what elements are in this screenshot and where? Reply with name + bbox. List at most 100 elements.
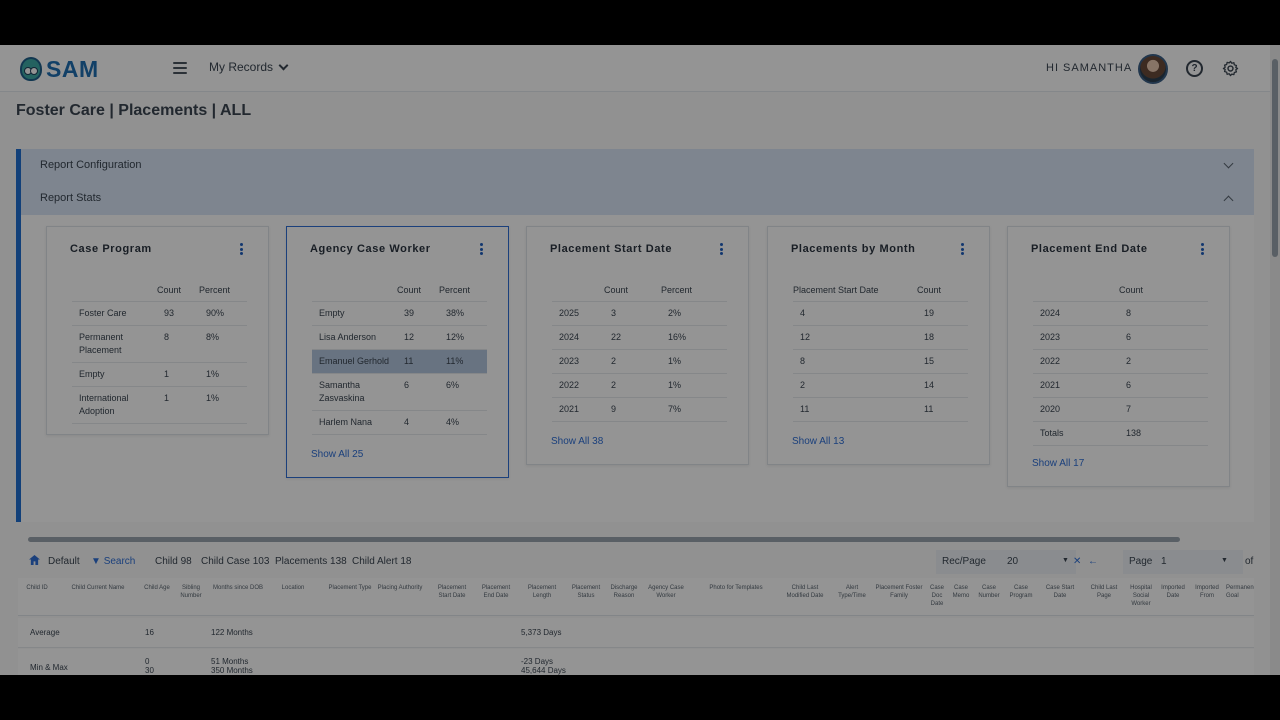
default-view-button[interactable]: Default [48, 556, 80, 567]
column-header[interactable]: Child ID [22, 584, 52, 592]
first-page-icon[interactable]: ✕ [1073, 556, 1081, 567]
column-header[interactable]: Placement Type [328, 584, 372, 592]
table-row[interactable]: Foster Care 93 90% [72, 301, 247, 326]
row-percent: 4% [439, 410, 487, 435]
table-row[interactable]: 2023 6 [1033, 325, 1208, 350]
row-label: 8 [793, 349, 917, 374]
table-row[interactable]: 2024 22 16% [552, 325, 727, 350]
child-count[interactable]: Child 98 [155, 556, 192, 567]
page-select[interactable]: Page 1 ▼ [1123, 550, 1243, 574]
top-bar: SAM My Records HI SAMANTHA ? [0, 45, 1270, 92]
scrollbar-thumb[interactable] [1272, 59, 1278, 257]
my-records-dropdown[interactable]: My Records [209, 60, 289, 74]
table-row[interactable]: 8 15 [793, 349, 968, 374]
kebab-menu-icon[interactable] [720, 243, 724, 255]
show-all-link[interactable]: Show All 17 [1032, 458, 1084, 469]
column-header[interactable]: Placement End Date [476, 584, 516, 600]
column-header[interactable]: Discharge Reason [606, 584, 642, 600]
table-row[interactable]: 11 11 [793, 397, 968, 422]
table-row[interactable]: Empty 1 1% [72, 362, 247, 387]
kebab-menu-icon[interactable] [961, 243, 965, 255]
table-row[interactable]: 2024 8 [1033, 301, 1208, 326]
table-row[interactable]: Permanent Placement 8 8% [72, 325, 247, 363]
table-row-highlighted[interactable]: Emanuel Gerhold 11 11% [312, 349, 487, 374]
table-row[interactable]: 2021 6 [1033, 373, 1208, 398]
table-row[interactable]: 2022 2 1% [552, 373, 727, 398]
show-all-link[interactable]: Show All 25 [311, 449, 363, 460]
search-filter-button[interactable]: ▼ Search [91, 556, 135, 567]
of-label: of [1245, 556, 1254, 567]
column-header: Count [397, 283, 439, 302]
column-header[interactable]: Placing Authority [376, 584, 424, 592]
sam-logo[interactable]: SAM [20, 55, 99, 83]
column-header[interactable]: Imported Date [1158, 584, 1188, 600]
user-avatar[interactable] [1138, 54, 1168, 84]
help-icon[interactable]: ? [1186, 60, 1203, 77]
column-header[interactable]: Imported From [1190, 584, 1224, 600]
row-label: Totals [1033, 421, 1119, 446]
column-header[interactable]: Case Number [974, 584, 1004, 600]
horizontal-scrollbar[interactable] [18, 535, 1254, 543]
column-header[interactable]: Location [268, 584, 318, 592]
column-header[interactable]: Alert Type/Time [832, 584, 872, 600]
home-icon[interactable] [29, 555, 40, 565]
table-row[interactable]: 2022 2 [1033, 349, 1208, 374]
records-per-page-select[interactable]: Rec/Page 20 ▼ [936, 550, 1076, 574]
row-percent: 6% [439, 373, 487, 411]
column-header[interactable]: Case Start Date [1040, 584, 1080, 600]
table-row[interactable]: 2021 9 7% [552, 397, 727, 422]
column-header[interactable]: Placement Status [570, 584, 602, 600]
row-count: 2 [604, 349, 661, 374]
row-count: 1 [157, 386, 199, 424]
column-header[interactable]: Child Age [140, 584, 174, 592]
column-header[interactable]: Case Memo [950, 584, 972, 600]
row-label: 2023 [1033, 325, 1119, 350]
table-row[interactable]: Lisa Anderson 12 12% [312, 325, 487, 350]
column-header[interactable]: Placement Length [522, 584, 562, 600]
report-configuration-accordion[interactable]: Report Configuration [21, 149, 1254, 182]
table-row[interactable]: 2023 2 1% [552, 349, 727, 374]
show-all-link[interactable]: Show All 38 [551, 436, 603, 447]
table-row[interactable]: Empty 39 38% [312, 301, 487, 326]
column-header[interactable]: Sibling Number [176, 584, 206, 600]
column-header[interactable]: Child Last Modified Date [780, 584, 830, 600]
kebab-menu-icon[interactable] [240, 243, 244, 255]
table-row[interactable]: Harlem Nana 4 4% [312, 410, 487, 435]
column-header[interactable]: Child Last Page [1084, 584, 1124, 600]
previous-page-icon[interactable]: ← [1088, 556, 1098, 567]
row-percent: 1% [661, 349, 727, 374]
column-header[interactable]: Child Current Name [58, 584, 138, 592]
column-header[interactable]: Case Program [1006, 584, 1036, 600]
placements-count[interactable]: Placements 138 [275, 556, 347, 567]
kebab-menu-icon[interactable] [480, 243, 484, 255]
table-row[interactable]: 2025 3 2% [552, 301, 727, 326]
row-count: 3 [604, 301, 661, 326]
column-header[interactable]: Hospital Social Worker [1126, 584, 1156, 608]
scrollbar-thumb[interactable] [28, 537, 1180, 542]
table-row[interactable]: 12 18 [793, 325, 968, 350]
table-row[interactable]: Samantha Zasvaskina 6 6% [312, 373, 487, 411]
report-stats-accordion[interactable]: Report Stats [21, 182, 1254, 215]
table-row[interactable]: 4 19 [793, 301, 968, 326]
column-header[interactable]: Photo for Templates [694, 584, 778, 592]
child-case-count[interactable]: Child Case 103 [201, 556, 269, 567]
hamburger-menu-icon[interactable] [173, 62, 187, 74]
table-row[interactable]: International Adoption 1 1% [72, 386, 247, 424]
row-label: 11 [793, 397, 917, 422]
column-header [552, 283, 604, 302]
row-count: 4 [397, 410, 439, 435]
vertical-scrollbar[interactable] [1270, 45, 1280, 675]
settings-gear-icon[interactable] [1222, 60, 1239, 77]
column-header[interactable]: Case Doc Date [928, 584, 946, 608]
table-row[interactable]: 2020 7 [1033, 397, 1208, 422]
table-row[interactable]: 2 14 [793, 373, 968, 398]
kebab-menu-icon[interactable] [1201, 243, 1205, 255]
show-all-link[interactable]: Show All 13 [792, 436, 844, 447]
column-header[interactable]: Agency Case Worker [644, 584, 688, 600]
column-header[interactable]: Placement Start Date [432, 584, 472, 600]
row-count: 8 [157, 325, 199, 363]
column-header[interactable]: Placement Foster Family [874, 584, 924, 600]
child-alert-count[interactable]: Child Alert 18 [352, 556, 411, 567]
column-header[interactable]: Permanency Goal [1226, 584, 1254, 600]
column-header[interactable]: Months since DOB [208, 584, 268, 592]
